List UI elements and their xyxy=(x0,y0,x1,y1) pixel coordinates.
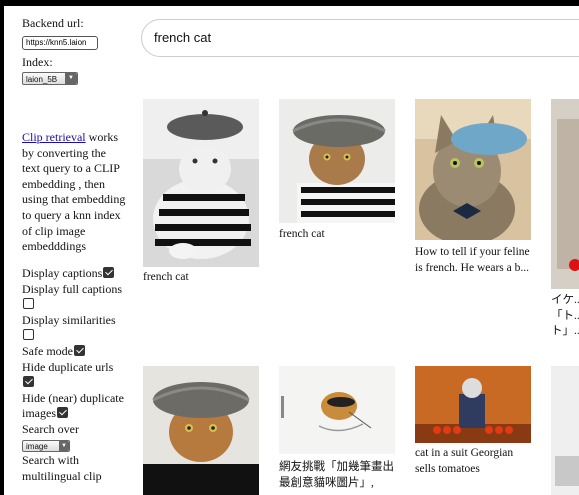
index-select-value: laion_5B xyxy=(26,75,58,85)
option-hide-dup-urls: Hide duplicate urls xyxy=(22,360,126,391)
result-image[interactable] xyxy=(551,366,579,495)
result-caption: french cat xyxy=(143,271,189,283)
option-multilingual: Search with multilingual clip xyxy=(22,453,126,484)
hide-near-dup-label: Hide (near) duplicate images xyxy=(22,390,124,421)
search-over-select[interactable]: image ▼ xyxy=(22,439,70,452)
backend-url-input[interactable]: https://knn5.laion xyxy=(22,35,98,50)
display-similarities-label: Display similarities xyxy=(22,312,116,327)
search-over-value: image xyxy=(26,441,48,451)
result-caption: イケ...「ト...ト」...NAVE xyxy=(551,294,579,337)
backend-url-label: Backend url: xyxy=(22,16,84,30)
result-caption: How to tell if your feline is french. He… xyxy=(415,246,530,274)
result-image[interactable] xyxy=(415,366,531,443)
result-image[interactable] xyxy=(143,99,259,267)
option-display-similarities: Display similarities xyxy=(22,313,126,344)
option-safe-mode: Safe mode xyxy=(22,344,126,360)
clip-retrieval-link[interactable]: Clip retrieval xyxy=(22,130,86,144)
description: Clip retrieval works by converting the t… xyxy=(22,130,126,255)
result-image[interactable] xyxy=(143,366,259,495)
display-captions-checkbox[interactable] xyxy=(103,267,115,278)
display-full-label: Display full captions xyxy=(22,281,122,296)
option-hide-near-dup: Hide (near) duplicate images xyxy=(22,391,126,422)
hide-dup-urls-label: Hide duplicate urls xyxy=(22,359,114,374)
result-image[interactable] xyxy=(279,99,395,223)
hide-dup-urls-checkbox[interactable] xyxy=(23,376,34,388)
result-image[interactable] xyxy=(551,99,579,289)
dropdown-arrow-icon: ▼ xyxy=(59,440,69,451)
hide-near-dup-checkbox[interactable] xyxy=(57,407,68,419)
app-page: Backend url: https://knn5.laion Index: l… xyxy=(4,6,579,495)
search-query: french cat xyxy=(154,30,212,45)
option-display-full: Display full captions xyxy=(22,282,126,313)
sidebar: Backend url: https://knn5.laion Index: l… xyxy=(22,16,128,483)
option-display-captions: Display captions xyxy=(22,266,126,282)
search-over-label: Search over xyxy=(22,421,79,436)
dropdown-arrow-icon: ▼ xyxy=(65,73,77,85)
description-text: works by converting the text query to a … xyxy=(22,130,126,254)
search-input[interactable]: french cat xyxy=(141,19,579,57)
display-similarities-checkbox[interactable] xyxy=(23,329,34,341)
options-panel: Display captions Display full captions D… xyxy=(22,266,126,484)
result-caption: french cat xyxy=(279,228,325,240)
index-select[interactable]: laion_5B ▼ xyxy=(22,72,78,86)
result-image[interactable] xyxy=(415,99,531,240)
result-caption: cat in a suit Georgian sells tomatoes xyxy=(415,447,514,475)
safe-mode-label: Safe mode xyxy=(22,343,73,358)
display-full-checkbox[interactable] xyxy=(23,298,34,310)
option-search-over: Search over image ▼ xyxy=(22,422,126,453)
index-label: Index: xyxy=(22,54,53,69)
safe-mode-checkbox[interactable] xyxy=(73,344,85,356)
display-captions-label: Display captions xyxy=(22,266,103,280)
multilingual-label: Search with multilingual clip xyxy=(22,453,102,483)
result-image[interactable] xyxy=(279,366,395,454)
result-caption: 網友挑戰「加幾筆畫出最創意貓咪圖片」, xyxy=(279,461,394,489)
